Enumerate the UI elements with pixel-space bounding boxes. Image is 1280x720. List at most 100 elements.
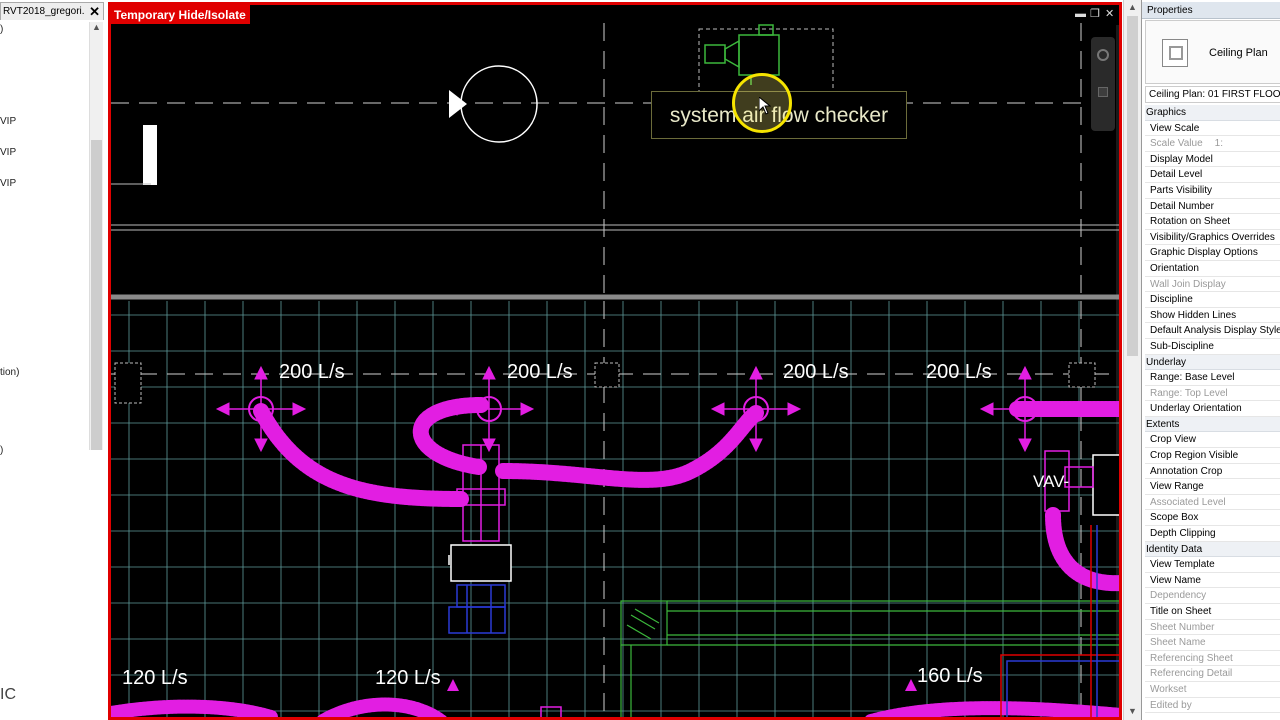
property-group[interactable]: Graphics <box>1145 105 1280 121</box>
ceiling-plan-icon <box>1162 39 1188 67</box>
property-row[interactable]: Wall Join Display <box>1145 277 1280 293</box>
property-label: View Scale <box>1150 122 1200 134</box>
property-row[interactable]: Depth Clipping <box>1145 526 1280 542</box>
airflow-label: 200 L/s <box>279 361 345 383</box>
close-icon[interactable]: ✕ <box>89 4 100 20</box>
property-row[interactable]: Orientation <box>1145 261 1280 277</box>
type-selector[interactable]: Ceiling Plan <box>1145 20 1280 84</box>
property-value[interactable]: 1: <box>1215 138 1223 149</box>
property-label: Visibility/Graphics Overrides <box>1150 231 1275 243</box>
property-row[interactable]: Referencing Detail <box>1145 666 1280 682</box>
property-row[interactable]: Show Hidden Lines <box>1145 308 1280 324</box>
property-row[interactable]: Referencing Sheet <box>1145 651 1280 667</box>
browser-item[interactable]: ) <box>0 24 3 35</box>
property-group[interactable]: Extents <box>1145 416 1280 433</box>
property-row[interactable]: Dependency <box>1145 588 1280 604</box>
property-label: Crop View <box>1150 434 1196 446</box>
browser-item[interactable]: tion) <box>0 367 19 378</box>
property-label: Detail Level <box>1150 169 1203 181</box>
property-label: Graphic Display Options <box>1150 247 1258 259</box>
property-group[interactable]: Underlay <box>1145 354 1280 371</box>
property-label: Sheet Name <box>1150 637 1206 649</box>
close-icon[interactable]: ✕ <box>1105 7 1114 21</box>
scroll-up-icon[interactable]: ▲ <box>92 22 101 32</box>
browser-item[interactable]: ) <box>0 445 3 456</box>
browser-item[interactable]: VIP <box>0 116 16 127</box>
scroll-thumb[interactable] <box>1127 16 1138 356</box>
property-label: Detail Number <box>1150 200 1214 212</box>
property-row[interactable]: Annotation Crop <box>1145 464 1280 480</box>
property-row[interactable]: Associated Level <box>1145 495 1280 511</box>
property-row[interactable]: Crop View <box>1145 432 1280 449</box>
property-label: Rotation on Sheet <box>1150 216 1231 228</box>
vav-box-icon <box>1092 454 1119 516</box>
scroll-thumb[interactable] <box>91 140 102 450</box>
property-row[interactable]: View Name <box>1145 573 1280 589</box>
duct-fitting <box>540 706 562 717</box>
browser-scrollbar[interactable]: ▲ <box>89 22 103 450</box>
property-row[interactable]: Underlay Orientation <box>1145 401 1280 417</box>
property-row[interactable]: Workset <box>1145 682 1280 698</box>
tag-box <box>594 362 620 388</box>
property-row[interactable]: Graphic Display Options <box>1145 245 1280 261</box>
property-row[interactable]: Scale Value 1: <box>1145 136 1280 152</box>
property-row[interactable]: Title on Sheet <box>1145 604 1280 620</box>
drawing-viewport[interactable]: Temporary Hide/Isolate ▬ ❐ ✕ 200 L/s 200… <box>108 2 1122 720</box>
property-row[interactable]: Range: Base Level <box>1145 370 1280 386</box>
vav-box-icon <box>450 544 512 582</box>
properties-list: Graphics View Scale Scale Value 1: Display M… <box>1145 105 1280 714</box>
property-label: Orientation <box>1150 262 1199 274</box>
property-row[interactable]: Default Analysis Display Style <box>1145 323 1280 339</box>
property-row[interactable]: Detail Level <box>1145 167 1280 183</box>
minimize-icon[interactable]: ▬ <box>1075 7 1086 21</box>
properties-scrollbar[interactable]: ▲ ▼ <box>1123 0 1141 720</box>
navigation-bar <box>1091 37 1115 131</box>
project-browser: RVT2018_gregori... ✕ ) VIP VIP VIP tion)… <box>0 0 106 720</box>
property-row[interactable]: Range: Top Level <box>1145 386 1280 402</box>
airflow-label: 200 L/s <box>783 361 849 383</box>
instance-selector[interactable]: Ceiling Plan: 01 FIRST FLOOR <box>1145 86 1280 103</box>
property-row[interactable]: Sheet Number <box>1145 620 1280 636</box>
browser-item[interactable]: VIP <box>0 178 16 189</box>
property-row[interactable]: Display Model <box>1145 152 1280 168</box>
airflow-label: 120 L/s <box>122 667 188 689</box>
zoom-icon[interactable] <box>1098 87 1108 97</box>
property-row[interactable]: Discipline <box>1145 292 1280 308</box>
scroll-up-icon[interactable]: ▲ <box>1128 2 1137 12</box>
property-row[interactable]: View Template <box>1145 557 1280 573</box>
property-row[interactable]: View Scale <box>1145 121 1280 137</box>
property-row[interactable]: Rotation on Sheet <box>1145 214 1280 230</box>
temporary-hide-isolate-banner: Temporary Hide/Isolate <box>111 5 250 24</box>
type-name: Ceiling Plan <box>1209 47 1268 59</box>
scroll-down-icon[interactable]: ▼ <box>1128 706 1137 716</box>
airflow-label: 200 L/s <box>507 361 573 383</box>
property-row[interactable]: Detail Number <box>1145 199 1280 215</box>
property-row[interactable]: Scope Box <box>1145 510 1280 527</box>
property-row[interactable]: Sub-Discipline <box>1145 339 1280 355</box>
property-row[interactable]: Parts Visibility <box>1145 183 1280 199</box>
property-group[interactable]: Identity Data <box>1145 541 1280 558</box>
properties-title: Properties <box>1147 5 1193 16</box>
property-row[interactable]: Crop Region Visible <box>1145 448 1280 464</box>
property-label: Dependency <box>1150 590 1207 602</box>
document-tab[interactable]: RVT2018_gregori... ✕ <box>0 2 104 20</box>
property-row[interactable]: View Range <box>1145 479 1280 495</box>
property-label: Default Analysis Display Style <box>1150 325 1280 337</box>
property-label: Sub-Discipline <box>1150 340 1214 352</box>
property-row[interactable]: Edited by <box>1145 698 1280 714</box>
steering-wheel-icon[interactable] <box>1097 49 1109 61</box>
wall-stub <box>143 125 157 185</box>
property-label: Range: Base Level <box>1150 372 1235 384</box>
browser-item[interactable]: VIP <box>0 147 16 158</box>
property-label: Depth Clipping <box>1150 528 1216 540</box>
document-tab-label: RVT2018_gregori... <box>3 6 85 17</box>
property-label: Wall Join Display <box>1150 278 1226 290</box>
property-row[interactable]: Sheet Name <box>1145 635 1280 651</box>
property-label: Title on Sheet <box>1150 606 1212 617</box>
restore-icon[interactable]: ❐ <box>1090 7 1100 21</box>
property-label: Sheet Number <box>1150 621 1215 633</box>
vav-tag-label: VAV- <box>1033 472 1070 491</box>
instance-selector-label: Ceiling Plan: 01 FIRST FLOOR <box>1149 89 1280 100</box>
tag-box <box>1068 362 1096 388</box>
property-row[interactable]: Visibility/Graphics Overrides <box>1145 230 1280 246</box>
